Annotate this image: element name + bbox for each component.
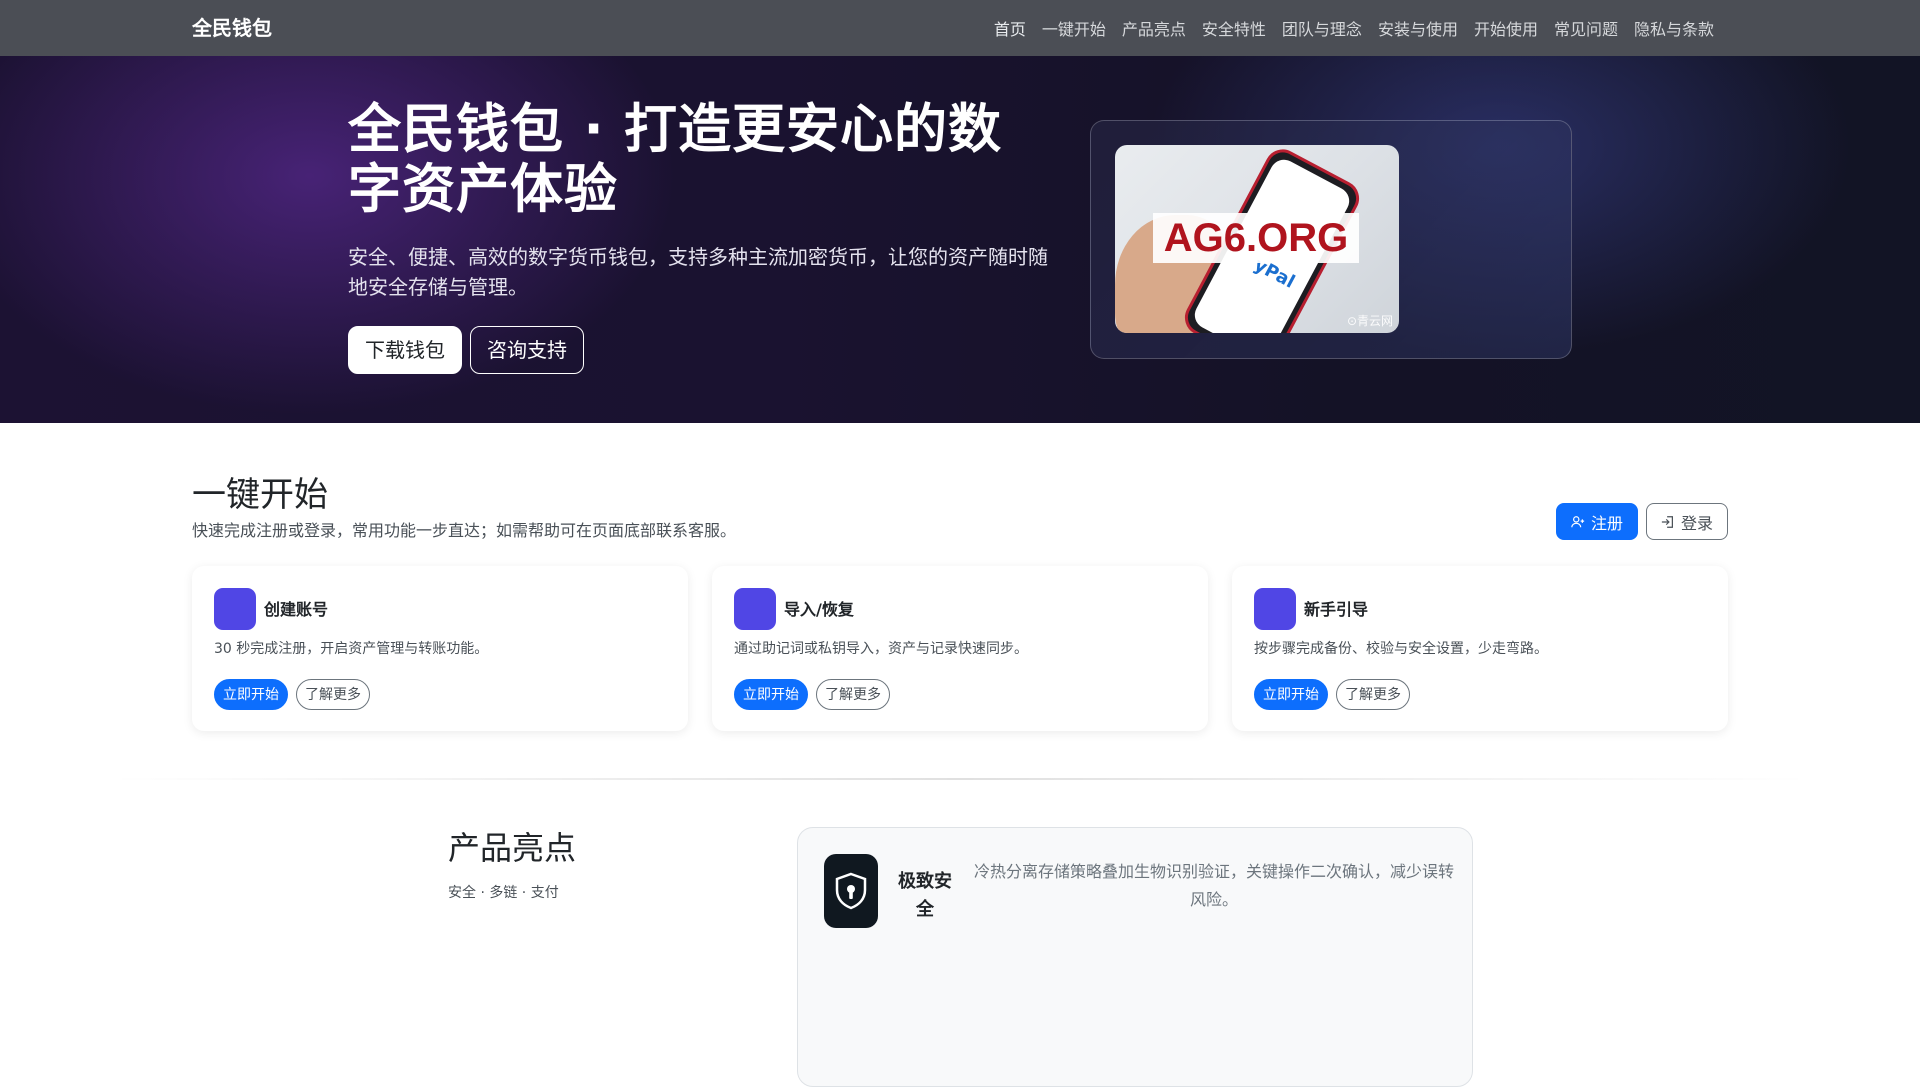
card-title: 新手引导 <box>1304 600 1369 619</box>
hero-image: yPal AG6.ORG ⊙青云网 <box>1115 145 1399 333</box>
nav-links: 首页 一键开始 产品亮点 安全特性 团队与理念 安装与使用 开始使用 常见问题 … <box>986 0 1722 56</box>
login-label: 登录 <box>1680 515 1713 533</box>
hero-section: 全民钱包 · 打造更安心的数字资产体验 安全、便捷、高效的数字货币钱包，支持多种… <box>0 56 1920 423</box>
start-now-button[interactable]: 立即开始 <box>734 679 808 710</box>
nav-link-faq[interactable]: 常见问题 <box>1546 16 1626 40</box>
beginner-guide-card: 新手引导 按步骤完成备份、校验与安全设置，少走弯路。 立即开始 了解更多 <box>1232 566 1728 731</box>
card-description: 按步骤完成备份、校验与安全设置，少走弯路。 <box>1254 641 1548 657</box>
download-wallet-button[interactable]: 下载钱包 <box>348 326 462 374</box>
card-description: 通过助记词或私钥导入，资产与记录快速同步。 <box>734 641 1028 657</box>
register-label: 注册 <box>1590 515 1623 533</box>
hero-title: 全民钱包 · 打造更安心的数字资产体验 <box>348 99 1003 220</box>
security-feature-card: 极致安全 冷热分离存储策略叠加生物识别验证，关键操作二次确认，减少误转风险。 <box>797 827 1473 1087</box>
brand-logo[interactable]: 全民钱包 <box>192 0 272 56</box>
create-account-card: 创建账号 30 秒完成注册，开启资产管理与转账功能。 立即开始 了解更多 <box>192 566 688 731</box>
learn-more-button[interactable]: 了解更多 <box>1336 679 1410 710</box>
nav-link-team[interactable]: 团队与理念 <box>1274 16 1370 40</box>
card-icon <box>734 588 776 630</box>
feature-description: 冷热分离存储策略叠加生物识别验证，关键操作二次确认，减少误转风险。 <box>974 862 1455 909</box>
section-divider <box>108 778 1812 780</box>
consult-support-button[interactable]: 咨询支持 <box>470 326 584 374</box>
quick-start-subtitle: 快速完成注册或登录，常用功能一步直达；如需帮助可在页面底部联系客服。 <box>192 521 737 540</box>
learn-more-button[interactable]: 了解更多 <box>816 679 890 710</box>
nav-link-highlights[interactable]: 产品亮点 <box>1114 16 1194 40</box>
card-title: 导入/恢复 <box>784 600 854 619</box>
learn-more-button[interactable]: 了解更多 <box>296 679 370 710</box>
card-title: 创建账号 <box>264 600 329 619</box>
nav-link-home[interactable]: 首页 <box>986 16 1034 40</box>
add-user-icon <box>1571 515 1585 527</box>
highlights-title: 产品亮点 <box>448 829 577 867</box>
hero-subtitle: 安全、便捷、高效的数字货币钱包，支持多种主流加密货币，让您的资产随时随地安全存储… <box>348 245 1048 299</box>
image-watermark: AG6.ORG <box>1153 213 1359 263</box>
nav-link-get-started[interactable]: 开始使用 <box>1466 16 1546 40</box>
card-description: 30 秒完成注册，开启资产管理与转账功能。 <box>214 641 489 657</box>
nav-link-install[interactable]: 安装与使用 <box>1370 16 1466 40</box>
nav-link-quick-start[interactable]: 一键开始 <box>1034 16 1114 40</box>
start-now-button[interactable]: 立即开始 <box>214 679 288 710</box>
login-button[interactable]: 登录 <box>1646 503 1728 540</box>
import-restore-card: 导入/恢复 通过助记词或私钥导入，资产与记录快速同步。 立即开始 了解更多 <box>712 566 1208 731</box>
highlights-subtitle: 安全 · 多链 · 支付 <box>448 885 559 901</box>
sign-in-icon <box>1661 515 1673 528</box>
start-now-button[interactable]: 立即开始 <box>1254 679 1328 710</box>
hero-image-card: yPal AG6.ORG ⊙青云网 <box>1090 120 1572 359</box>
nav-link-privacy[interactable]: 隐私与条款 <box>1626 16 1722 40</box>
card-icon <box>1254 588 1296 630</box>
image-credit: ⊙青云网 <box>1346 314 1393 328</box>
register-button[interactable]: 注册 <box>1556 503 1638 540</box>
lock-shield-icon <box>824 854 878 928</box>
card-icon <box>214 588 256 630</box>
nav-link-security[interactable]: 安全特性 <box>1194 16 1274 40</box>
top-navbar: 全民钱包 首页 一键开始 产品亮点 安全特性 团队与理念 安装与使用 开始使用 … <box>0 0 1920 56</box>
quick-start-title: 一键开始 <box>192 475 328 515</box>
feature-name: 极致安全 <box>898 871 952 920</box>
